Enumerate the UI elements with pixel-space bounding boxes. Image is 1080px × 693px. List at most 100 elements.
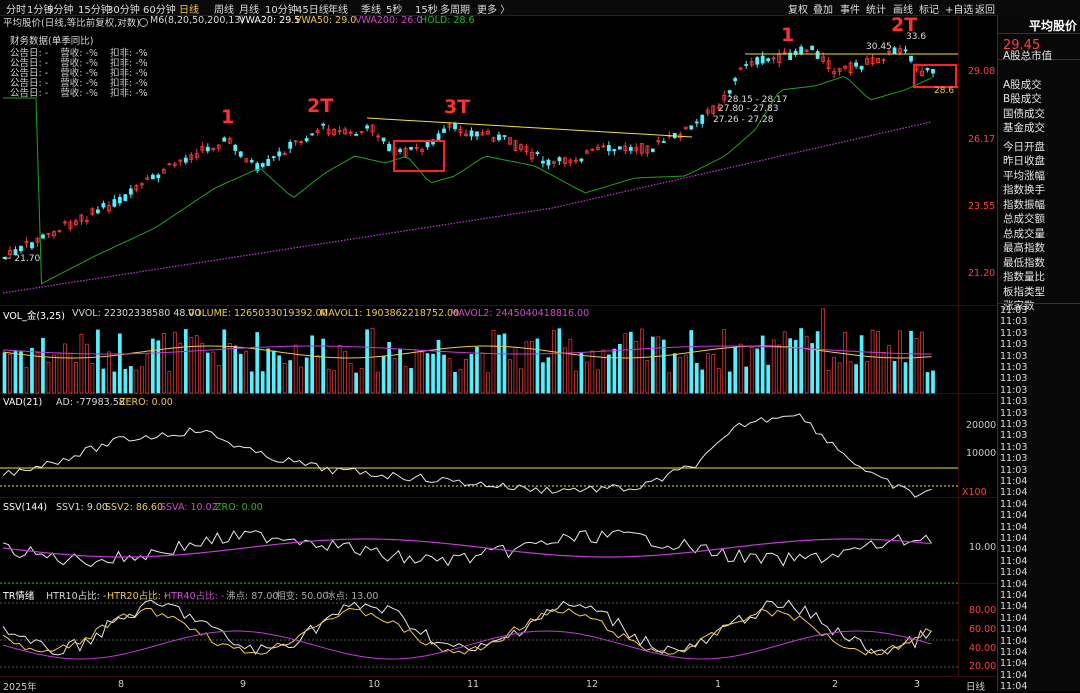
volume-bar: [387, 341, 391, 394]
candle-body: [310, 133, 315, 136]
stat-item[interactable]: A股总市值: [1003, 48, 1052, 63]
volume-bar: [678, 356, 683, 394]
candle-body: [365, 125, 370, 129]
level-label: 27.26 - 27.28: [713, 115, 774, 125]
wave-mark: 2T: [891, 14, 918, 36]
ssv1-line: [2, 529, 932, 568]
stat-item[interactable]: 总成交量: [1003, 226, 1045, 241]
volume-bar: [607, 354, 611, 394]
volume-bar: [30, 347, 34, 394]
volume-bar: [909, 330, 913, 394]
candle-body: [41, 234, 45, 239]
volume-bar: [920, 331, 924, 394]
volume-bar: [337, 345, 342, 394]
ssva-line: [2, 538, 932, 558]
x-tick: 12: [586, 679, 599, 690]
candle-body: [123, 194, 128, 202]
stat-item[interactable]: 平均涨幅: [1003, 168, 1045, 183]
volume-bar: [68, 352, 73, 394]
x-tick: 1: [715, 679, 722, 690]
tick-time: 11:03: [1000, 373, 1028, 385]
volume-bar: [447, 358, 452, 394]
volume-bar: [255, 332, 260, 394]
candle-body: [30, 242, 34, 249]
volume-bar: [876, 331, 880, 394]
stat-item[interactable]: 国债成交: [1003, 106, 1045, 121]
volume-bar: [304, 357, 309, 394]
tick-time: 11:04: [1000, 601, 1028, 613]
volume-bar: [161, 333, 166, 394]
candle-body: [755, 57, 760, 65]
stat-item[interactable]: 今日开盘: [1003, 139, 1045, 154]
volume-bar: [667, 372, 672, 394]
candle-body: [925, 67, 930, 71]
volume-bar: [315, 355, 320, 394]
boil-value: 沸点: 87.00: [226, 591, 279, 602]
volume-bar: [238, 353, 243, 394]
vad-label: VAD(21): [3, 397, 43, 408]
stat-item[interactable]: 总成交额: [1003, 211, 1045, 226]
candle-body: [205, 146, 210, 152]
volume-bar: [738, 343, 743, 394]
volume-bar: [392, 357, 397, 394]
candle-body: [288, 141, 293, 149]
volume-bar: [183, 329, 188, 394]
volume-bar: [601, 349, 606, 394]
stat-item[interactable]: 指数量比: [1003, 269, 1045, 284]
tick-time: 11:04: [1000, 669, 1028, 681]
vad-unit: X100: [962, 487, 987, 498]
stat-item[interactable]: 基金成交: [1003, 120, 1045, 135]
tr-tick: 80.00: [969, 605, 997, 616]
tick-time: 11:03: [1000, 305, 1028, 316]
candle-body: [541, 160, 545, 164]
volume-bar: [63, 343, 67, 394]
volume-bar: [733, 347, 738, 394]
candle-body: [760, 55, 765, 64]
candle-body: [744, 64, 749, 66]
volume-bar: [222, 329, 227, 394]
volume-bar: [650, 336, 655, 394]
htr10-value: HTR10占比: -: [46, 591, 107, 602]
stat-item[interactable]: 昨日收盘: [1003, 153, 1045, 168]
candle-body: [238, 151, 243, 157]
stat-item[interactable]: 最低指数: [1003, 255, 1045, 270]
candle-body: [156, 174, 161, 179]
volume-bar: [486, 372, 490, 394]
divider: [998, 303, 1080, 304]
volume-bar: [150, 338, 155, 394]
candle-body: [733, 78, 738, 82]
ssv-tick: 10.00: [969, 542, 997, 553]
volume-bar: [101, 368, 106, 394]
volume-bar: [590, 350, 595, 394]
tick-time: 11:04: [1000, 612, 1028, 624]
volume-bar: [46, 361, 51, 394]
volume-bar: [321, 338, 326, 394]
stat-item[interactable]: 指数换手: [1003, 182, 1045, 197]
tick-time: 11:04: [1000, 521, 1028, 533]
tick-time: 11:03: [1000, 350, 1028, 362]
price-tick: 29.08: [968, 66, 996, 77]
volume-bar: [815, 331, 820, 394]
stat-item[interactable]: 指数振幅: [1003, 197, 1045, 212]
volume-bar: [854, 364, 858, 394]
volume-bar: [612, 348, 617, 394]
volume-bar: [41, 337, 45, 394]
candle-body: [277, 151, 282, 157]
volume-bar: [760, 335, 765, 394]
candle-body: [304, 138, 309, 142]
candle-body: [436, 133, 441, 140]
stat-item[interactable]: 板指类型: [1003, 284, 1045, 299]
volume-bar: [727, 371, 732, 394]
vvol-value: VVOL: 22302338580 48.00: [72, 308, 201, 319]
stat-item[interactable]: B股成交: [1003, 91, 1042, 106]
candle-body: [222, 137, 227, 142]
tick-time: 11:04: [1000, 487, 1028, 499]
candle-body: [689, 125, 694, 130]
stat-item[interactable]: 最高指数: [1003, 240, 1045, 255]
stat-item[interactable]: A股成交: [1003, 77, 1042, 92]
volume-bar: [381, 355, 386, 394]
x-tick: 8: [118, 679, 125, 690]
volume-bar: [469, 354, 474, 394]
volume-bar: [843, 331, 847, 394]
tick-time: 11:03: [1000, 339, 1028, 351]
